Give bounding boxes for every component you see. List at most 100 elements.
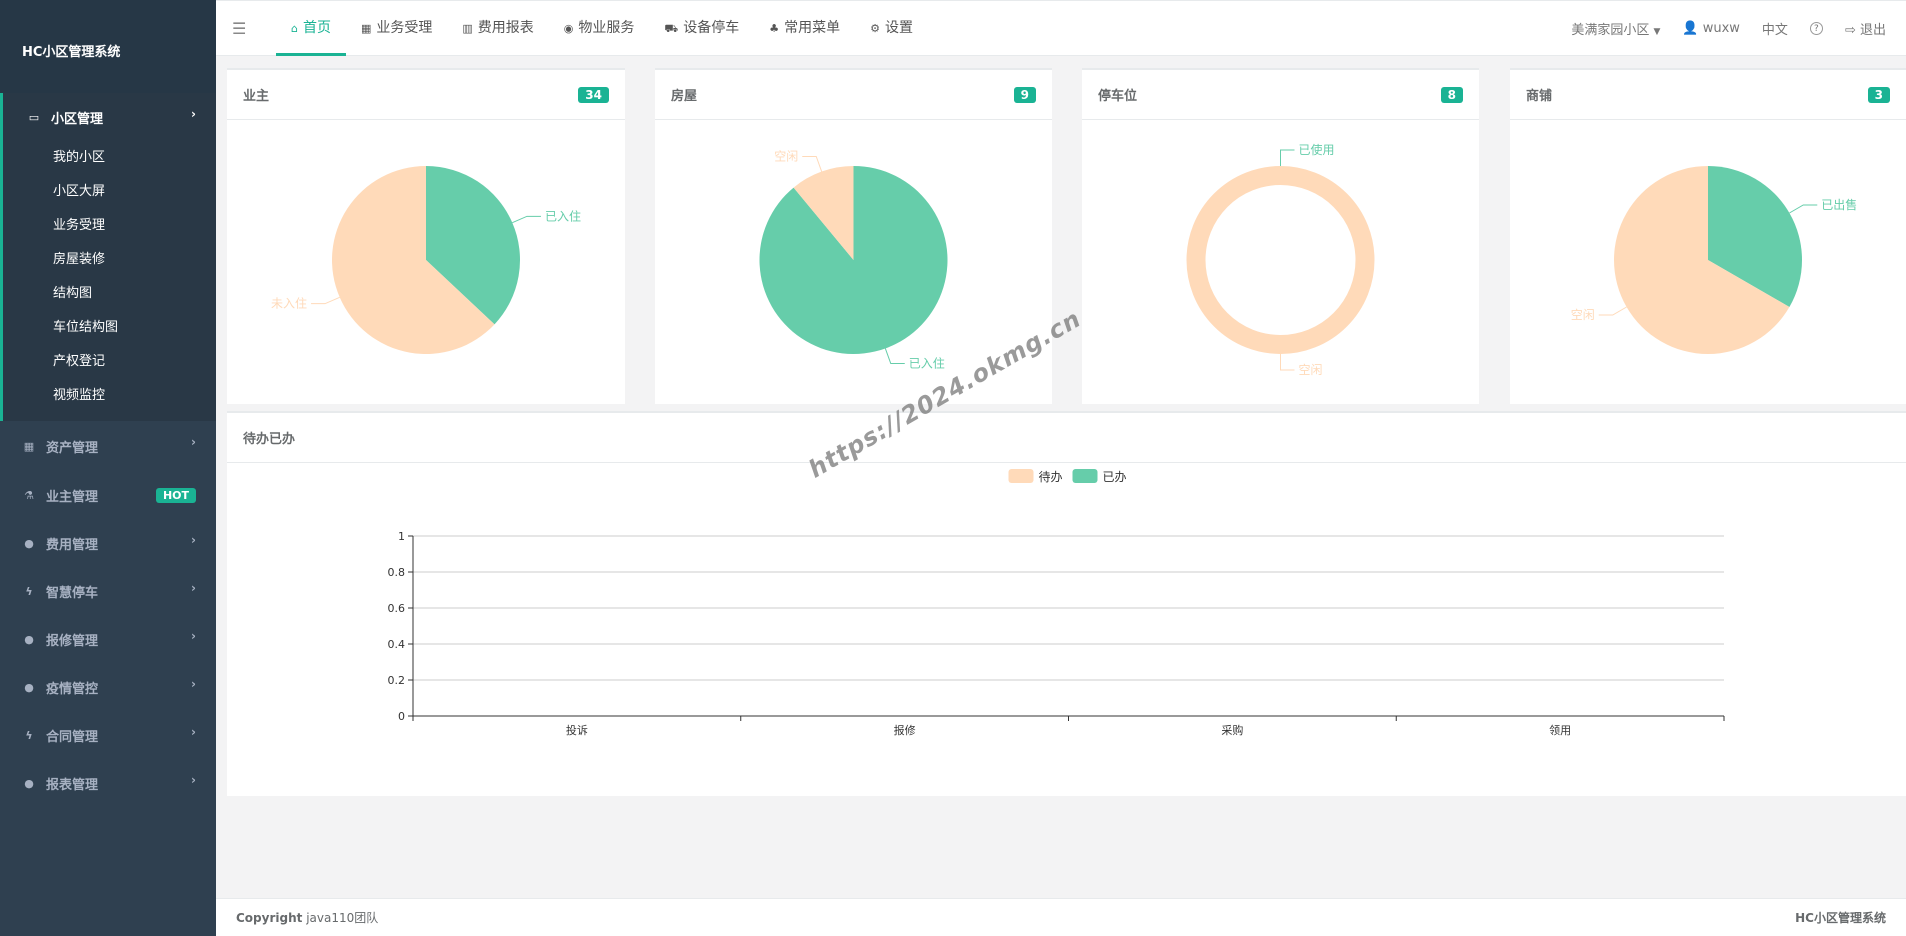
nav-label: 费用报表 xyxy=(477,19,534,36)
team-name: java110团队 xyxy=(306,911,379,925)
count-badge: 8 xyxy=(1440,86,1463,103)
logout-label: 退出 xyxy=(1859,22,1886,38)
language-switch[interactable]: 中文 xyxy=(1762,19,1788,38)
menu-label: 业主管理 xyxy=(46,489,99,505)
submenu-item[interactable]: 车位结构图 xyxy=(3,311,216,345)
menu-group[interactable]: ● 报修管理 › xyxy=(0,615,216,663)
bar-chart-icon: ▥ xyxy=(462,21,473,35)
chevron-right-icon: › xyxy=(191,533,196,547)
label-line xyxy=(884,348,905,364)
nav-tab[interactable]: ⛟ 设备停车 xyxy=(649,1,754,56)
label-line xyxy=(802,156,823,172)
submenu-item[interactable]: 小区大屏 xyxy=(3,175,216,209)
y-tick-label: 1 xyxy=(398,530,405,543)
menu-label: 合同管理 xyxy=(46,729,99,745)
slice-label: 空闲 xyxy=(774,150,798,164)
grid-icon: ▦ xyxy=(23,439,35,453)
home-icon: ⌂ xyxy=(291,21,298,35)
chevron-right-icon: › xyxy=(191,107,196,121)
submenu-item[interactable]: 视频监控 xyxy=(3,379,216,413)
legend-swatch[interactable] xyxy=(1072,469,1098,483)
nav-tab[interactable]: ▦ 业务受理 xyxy=(346,1,447,56)
slice-label: 已出售 xyxy=(1821,197,1857,212)
menu-group[interactable]: ▦ 资产管理 › xyxy=(0,421,216,471)
menu-group[interactable]: ● 报表管理 › xyxy=(0,759,216,807)
card-title: 业主 xyxy=(243,89,270,104)
pie-chart: 已出售空闲 xyxy=(1571,166,1857,354)
slice-label: 未入住 xyxy=(271,297,307,311)
logout-button[interactable]: ⇨ 退出 xyxy=(1845,19,1886,38)
menu-label: 报表管理 xyxy=(46,777,99,793)
bolt-icon: ϟ xyxy=(25,728,33,742)
todo-chart: 待办 已办 0 0.2 0.4 0.6 0.8 1 投诉 报修 采购 领用 xyxy=(388,469,1725,737)
nav-label: 设备停车 xyxy=(683,19,740,36)
user-menu[interactable]: 👤 wuxw xyxy=(1682,21,1740,36)
y-tick-label: 0.2 xyxy=(388,674,406,687)
label-line xyxy=(1789,204,1818,214)
community-selector[interactable]: 美满家园小区 ▼ xyxy=(1571,19,1660,38)
globe-icon: ● xyxy=(24,680,34,694)
footer-brand: HC小区管理系统 xyxy=(1795,911,1886,925)
count-badge: 9 xyxy=(1013,86,1036,103)
nav-label: 常用菜单 xyxy=(784,19,841,36)
pie-slice[interactable] xyxy=(1186,166,1375,354)
submenu-item[interactable]: 结构图 xyxy=(3,277,216,311)
menu-toggle-icon[interactable]: ☰ xyxy=(232,19,250,38)
menu-label: 报修管理 xyxy=(46,633,99,649)
nav-tab[interactable]: ⚙ 设置 xyxy=(855,1,928,56)
nav-label: 物业服务 xyxy=(578,19,635,36)
y-tick-label: 0.8 xyxy=(388,566,406,579)
copyright-label: Copyright xyxy=(236,910,303,925)
x-tick-label: 投诉 xyxy=(566,723,588,737)
brand-title: HC小区管理系统 xyxy=(0,0,216,93)
x-tick-label: 采购 xyxy=(1221,723,1243,737)
menu-group[interactable]: ϟ 智慧停车 › xyxy=(0,567,216,615)
sitemap-icon: ♣ xyxy=(769,21,780,35)
submenu-item[interactable]: 房屋装修 xyxy=(3,243,216,277)
pie-chart: 已入住未入住 xyxy=(271,166,581,354)
nav-tab[interactable]: ◉ 物业服务 xyxy=(549,1,650,56)
menu-group[interactable]: ⚗ 业主管理 HOT xyxy=(0,471,216,519)
submenu-item[interactable]: 产权登记 xyxy=(3,345,216,379)
globe-icon: ● xyxy=(24,536,34,550)
help-icon[interactable]: ? xyxy=(1809,21,1823,35)
y-tick-label: 0.4 xyxy=(388,638,406,651)
count-badge: 3 xyxy=(1867,86,1890,103)
nav-label: 设置 xyxy=(885,19,913,36)
label-line xyxy=(1280,354,1295,371)
y-tick-label: 0.6 xyxy=(388,602,406,615)
legend-swatch[interactable] xyxy=(1008,469,1034,483)
nav-label: 首页 xyxy=(302,19,331,36)
stat-card: 商铺 3 已出售 空闲 xyxy=(1510,68,1906,404)
submenu-item[interactable]: 业务受理 xyxy=(3,209,216,243)
slice-label: 已入住 xyxy=(545,209,581,223)
legend-label[interactable]: 已办 xyxy=(1103,469,1127,484)
count-badge: 34 xyxy=(578,86,609,103)
gear-icon: ⚙ xyxy=(870,21,880,35)
nav-label: 业务受理 xyxy=(376,19,433,36)
menu-group[interactable]: ● 疫情管控 › xyxy=(0,663,216,711)
nav-tab[interactable]: ⌂ 首页 xyxy=(276,1,346,56)
x-tick-label: 领用 xyxy=(1549,724,1571,737)
top-navbar: ☰ ⌂ 首页 ▦ 业务受理 ▥ 费用报表 ◉ 物业服务 ⛟ 设备停车 ♣ 常用菜单 ⚙ 设置 美满家园小区… xyxy=(216,0,1906,56)
card-title: 停车位 xyxy=(1098,89,1138,104)
menu-label: 资产管理 xyxy=(46,440,99,456)
stat-card: 业主 34 已入住未入住 xyxy=(227,68,625,404)
menu-group[interactable]: ● 费用管理 › xyxy=(0,519,216,567)
nav-tab[interactable]: ♣ 常用菜单 xyxy=(754,1,855,56)
nav-tab[interactable]: ▥ 费用报表 xyxy=(447,1,548,56)
slice-label: 空闲 xyxy=(1571,308,1595,322)
panel-title: 待办已办 xyxy=(227,413,1906,463)
slice-label: 空闲 xyxy=(1299,363,1323,377)
submenu-item[interactable]: 我的小区 xyxy=(3,141,216,175)
slice-label: 已入住 xyxy=(909,356,945,370)
username: wuxw xyxy=(1702,20,1740,36)
x-tick-label: 报修 xyxy=(894,723,916,737)
menu-group[interactable]: ϟ 合同管理 › xyxy=(0,711,216,759)
menu-community-management[interactable]: ▭ 小区管理 › xyxy=(3,93,216,141)
slice-label: 已使用 xyxy=(1299,142,1335,157)
community-name: 美满家园小区 xyxy=(1571,22,1650,38)
legend-label[interactable]: 待办 xyxy=(1039,469,1063,484)
user-icon: 👤 xyxy=(1682,20,1699,36)
sidebar: HC小区管理系统 ▭ 小区管理 › 我的小区 小区大屏 业务受理 房屋装修 结构图 车位结构图… xyxy=(0,0,216,936)
